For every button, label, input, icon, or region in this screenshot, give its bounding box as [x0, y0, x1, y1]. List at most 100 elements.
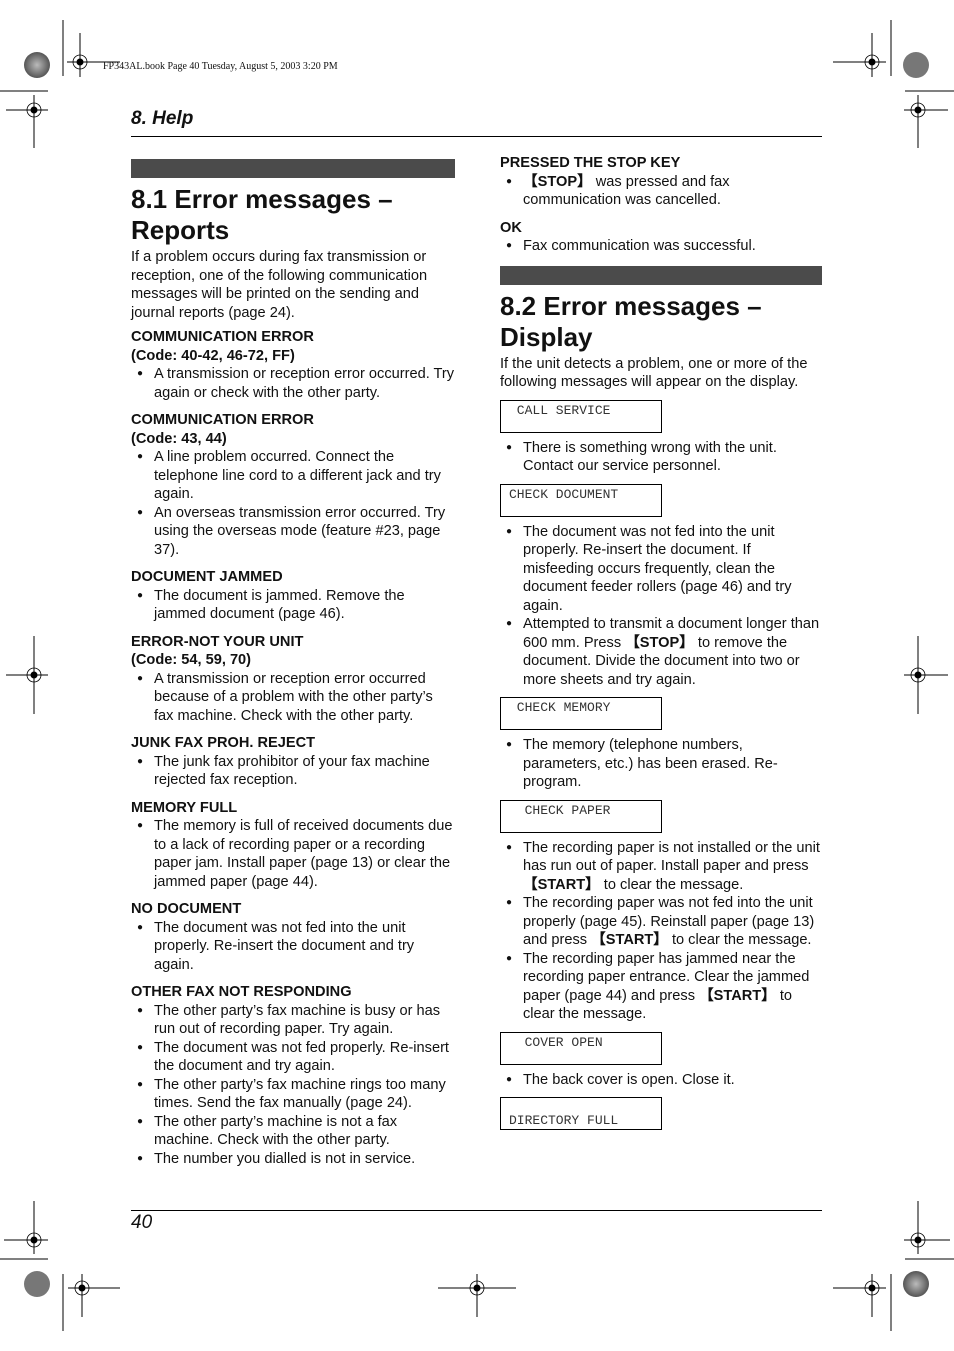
- bullet-list: The memory is full of received documents…: [131, 817, 455, 891]
- bullet-list: A transmission or reception error occurr…: [131, 365, 455, 402]
- footer-rule: [131, 1210, 822, 1211]
- bullet-list: The document was not fed into the unit p…: [500, 523, 822, 690]
- report-entry: OTHER FAX NOT RESPONDING The other party’…: [131, 983, 455, 1168]
- report-entry: COMMUNICATION ERROR (Code: 40-42, 46-72, …: [131, 328, 455, 402]
- bullet-item: The number you dialled is not in service…: [137, 1150, 455, 1169]
- key-label: 【STOP】: [625, 634, 694, 651]
- entry-title: OTHER FAX NOT RESPONDING: [131, 984, 352, 1000]
- bullet-item: An overseas transmission error occurred.…: [137, 504, 455, 560]
- bullet-item: There is something wrong with the unit. …: [506, 439, 822, 476]
- entry-code: (Code: 40-42, 46-72, FF): [131, 347, 295, 364]
- entry-title: NO DOCUMENT: [131, 901, 242, 917]
- bullet-list: The junk fax prohibitor of your fax mach…: [131, 753, 455, 790]
- entry-title: OK: [500, 219, 522, 236]
- header-rule: [131, 136, 822, 137]
- report-entries-continued: PRESSED THE STOP KEY 【STOP】 was pressed a…: [500, 154, 822, 256]
- key-label: 【START】: [591, 932, 668, 948]
- entry-code: (Code: 54, 59, 70): [131, 652, 252, 668]
- bullet-item: The recording paper was not fed into the…: [506, 894, 822, 950]
- lcd-display: CALL SERVICE: [500, 399, 662, 433]
- bullet-item: The other party’s machine is not a fax m…: [137, 1113, 455, 1150]
- entry-title: COMMUNICATION ERROR: [131, 412, 314, 428]
- bullet-item: 【STOP】 was pressed and fax communication…: [506, 173, 822, 210]
- bullet-item: The recording paper has jammed near the …: [506, 950, 822, 1024]
- entry-title: JUNK FAX PROH. REJECT: [131, 735, 316, 751]
- bullet-list: The recording paper is not installed or …: [500, 839, 822, 1024]
- lcd-display: DIRECTORY FULL: [500, 1097, 662, 1130]
- entry-title: DOCUMENT JAMMED: [131, 569, 283, 585]
- key-label: 【START】: [523, 876, 600, 893]
- bullet-text: Fax communication was successful.: [523, 238, 756, 254]
- print-imprint: FP343AL.book Page 40 Tuesday, August 5, …: [103, 61, 338, 72]
- bullet-item: A transmission or reception error occurr…: [137, 670, 455, 726]
- color-dot-icon: [903, 52, 929, 78]
- bullet-item: The other party’s fax machine is busy or…: [137, 1002, 455, 1039]
- report-entry: ERROR-NOT YOUR UNIT (Code: 54, 59, 70) A t…: [131, 633, 455, 726]
- section-intro: If a problem occurs during fax transmiss…: [131, 249, 428, 321]
- bullet-item: A line problem occurred. Connect the tel…: [137, 448, 455, 504]
- lcd-display: CHECK PAPER: [500, 799, 662, 833]
- bullet-item: The memory is full of received documents…: [137, 817, 455, 891]
- bullet-list: The document was not fed into the unit p…: [131, 919, 455, 975]
- bullet-list: The memory (telephone numbers, parameter…: [500, 736, 822, 792]
- section-bar: [500, 265, 822, 285]
- color-dot-icon: [24, 1271, 50, 1297]
- bullet-item: The document is jammed. Remove the jamme…: [137, 587, 455, 624]
- lcd-display: CHECK MEMORY: [500, 697, 662, 730]
- color-dot-icon: [903, 1271, 929, 1297]
- registration-mark-icon: [4, 1201, 48, 1254]
- bullet-item: The junk fax prohibitor of your fax mach…: [137, 753, 455, 790]
- entry-title: PRESSED THE STOP KEY: [500, 155, 681, 171]
- lcd-display: CHECK DOCUMENT: [500, 483, 662, 517]
- registration-mark-icon: [904, 95, 948, 148]
- entry-title: MEMORY FULL: [131, 799, 238, 816]
- key-label: 【START】: [699, 987, 776, 1004]
- bullet-list: There is something wrong with the unit. …: [500, 439, 822, 476]
- section-intro: If the unit detects a problem, one or mo…: [500, 355, 808, 391]
- entry-title: ERROR-NOT YOUR UNIT: [131, 633, 304, 650]
- section-title: 8.2 Error messages – Display: [500, 290, 762, 352]
- report-entry: JUNK FAX PROH. REJECT The junk fax prohib…: [131, 734, 455, 790]
- entry-title: COMMUNICATION ERROR: [131, 329, 314, 345]
- bullet-item: The document was not fed into the unit p…: [506, 523, 822, 616]
- bullet-list: The back cover is open. Close it.: [500, 1071, 822, 1090]
- report-entry: COMMUNICATION ERROR (Code: 43, 44)A line …: [131, 411, 455, 559]
- section-title: 8.1 Error messages – Reports: [131, 184, 393, 245]
- bullet-list: The document is jammed. Remove the jamme…: [131, 587, 455, 624]
- bullet-item: The document was not fed into the unit p…: [137, 919, 455, 975]
- section-display: PRESSED THE STOP KEY 【STOP】 was pressed a…: [500, 154, 822, 1136]
- report-entry: OKFax communication was successful.: [500, 219, 822, 256]
- section-reports: 8.1 Error messages – Reports If a proble…: [131, 159, 455, 1168]
- registration-mark-icon: [68, 1274, 120, 1317]
- entry-code: (Code: 43, 44): [131, 430, 227, 447]
- bullet-list: 【STOP】 was pressed and fax communication…: [500, 173, 822, 210]
- registration-mark-icon: [438, 1274, 516, 1317]
- report-entries: COMMUNICATION ERROR (Code: 40-42, 46-72, …: [131, 328, 455, 1168]
- bullet-item: The back cover is open. Close it.: [506, 1071, 822, 1090]
- bullet-item: A transmission or reception error occurr…: [137, 365, 455, 402]
- lcd-display: COVER OPEN: [500, 1031, 662, 1065]
- key-label: 【STOP】: [523, 173, 592, 190]
- bullet-list: Fax communication was successful.: [500, 237, 822, 256]
- registration-mark-icon: [6, 636, 48, 714]
- registration-mark-icon: [904, 1201, 950, 1254]
- display-entries: CALL SERVICE There is something wrong wit…: [500, 399, 822, 1130]
- bullet-item: The other party’s fax machine rings too …: [137, 1076, 455, 1113]
- bullet-item: The memory (telephone numbers, parameter…: [506, 736, 822, 792]
- bullet-list: A transmission or reception error occurr…: [131, 670, 455, 726]
- report-entry: MEMORY FULLThe memory is full of receive…: [131, 799, 455, 892]
- bullet-item: The document was not fed properly. Re-in…: [137, 1039, 455, 1076]
- bullet-item: The recording paper is not installed or …: [506, 839, 822, 895]
- color-dot-icon: [24, 52, 50, 78]
- bullet-list: A line problem occurred. Connect the tel…: [131, 448, 455, 559]
- bullet-item: Attempted to transmit a document longer …: [506, 615, 822, 689]
- report-entry: NO DOCUMENT The document was not fed into…: [131, 900, 455, 974]
- report-entry: DOCUMENT JAMMED The document is jammed. R…: [131, 568, 455, 624]
- registration-mark-icon: [833, 1274, 886, 1317]
- running-head: 8. Help: [131, 108, 194, 129]
- registration-mark-icon: [904, 636, 948, 714]
- registration-mark-icon: [833, 33, 886, 77]
- bullet-list: The other party’s fax machine is busy or…: [131, 1002, 455, 1169]
- bullet-item: Fax communication was successful.: [506, 237, 822, 256]
- registration-mark-icon: [6, 95, 48, 148]
